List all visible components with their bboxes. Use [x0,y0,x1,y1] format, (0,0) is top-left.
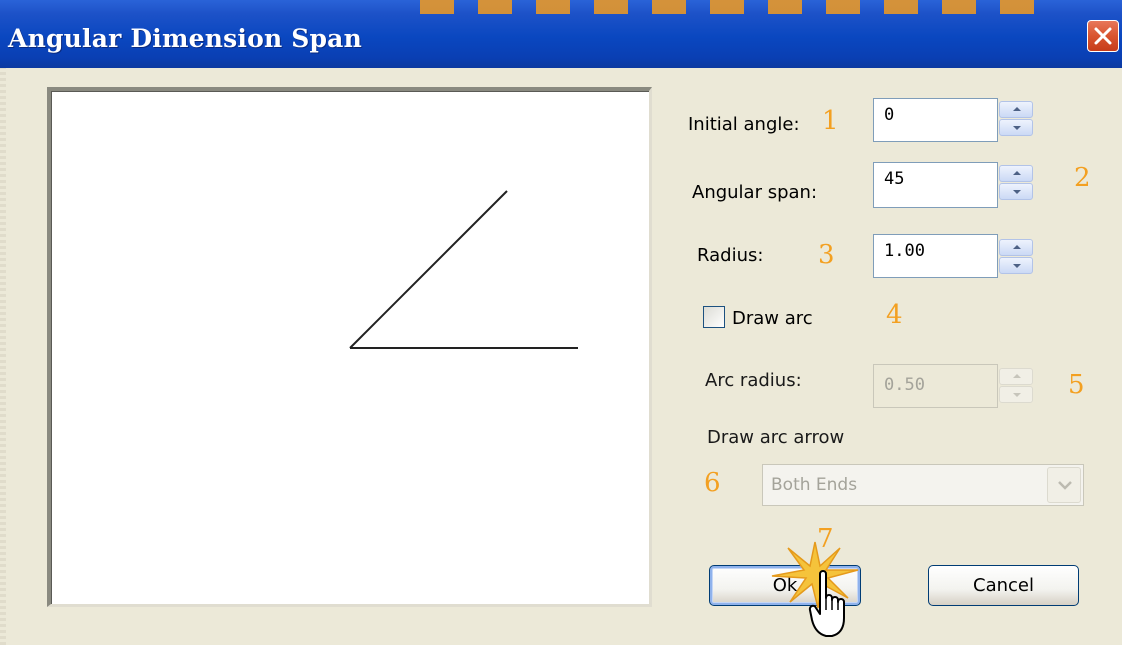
dropdown-arrow-icon [1058,481,1072,490]
spin-down-button[interactable] [999,183,1033,200]
arc-radius-input[interactable]: 0.50 [873,364,998,408]
title-decoration [420,0,1050,14]
angle-preview-drawing [349,190,578,349]
preview-canvas [47,87,652,607]
spin-down-button[interactable] [999,257,1033,274]
callout-4: 4 [886,300,903,330]
spin-up-button[interactable] [999,165,1033,182]
spin-up-icon [1013,245,1021,249]
initial-angle-spinner[interactable] [999,101,1033,137]
dropdown-button[interactable] [1047,467,1081,503]
spin-up-button[interactable] [999,368,1033,385]
spin-up-button[interactable] [999,239,1033,256]
spin-up-icon [1013,171,1021,175]
radius-input[interactable]: 1.00 [873,234,998,278]
radius-label: Radius: [697,245,764,266]
draw-arc-arrow-label: Draw arc arrow [707,427,845,448]
radius-spinner[interactable] [999,239,1033,275]
callout-1: 1 [822,106,839,136]
draw-arc-label[interactable]: Draw arc [732,308,813,329]
draw-arc-arrow-selected: Both Ends [771,475,858,495]
spin-down-icon [1013,126,1021,130]
hand-cursor-icon [808,570,845,637]
angular-span-input[interactable]: 45 [873,162,998,208]
spin-down-icon [1013,393,1021,397]
title-bar[interactable]: Angular Dimension Span [0,0,1122,68]
close-icon [1094,27,1112,45]
arc-radius-spinner[interactable] [999,368,1033,404]
spin-down-icon [1013,264,1021,268]
angular-span-spinner[interactable] [999,165,1033,201]
callout-5: 5 [1068,370,1085,400]
spin-down-icon [1013,190,1021,194]
window-title: Angular Dimension Span [8,24,362,53]
spin-up-icon [1013,374,1021,378]
callout-6: 6 [704,468,721,498]
angular-span-label: Angular span: [692,182,818,203]
initial-angle-label: Initial angle: [688,114,800,135]
draw-arc-arrow-select[interactable]: Both Ends [762,464,1084,506]
spin-down-button[interactable] [999,386,1033,403]
initial-angle-input[interactable]: 0 [873,98,998,142]
spin-down-button[interactable] [999,119,1033,136]
window-edge [0,68,6,645]
callout-3: 3 [818,240,835,270]
span-ray [349,190,508,349]
cancel-button[interactable]: Cancel [928,565,1079,606]
close-button[interactable] [1087,20,1119,52]
arc-radius-label: Arc radius: [705,370,802,391]
draw-arc-checkbox[interactable] [703,306,725,328]
callout-2: 2 [1074,163,1091,193]
spin-up-icon [1013,107,1021,111]
spin-up-button[interactable] [999,101,1033,118]
